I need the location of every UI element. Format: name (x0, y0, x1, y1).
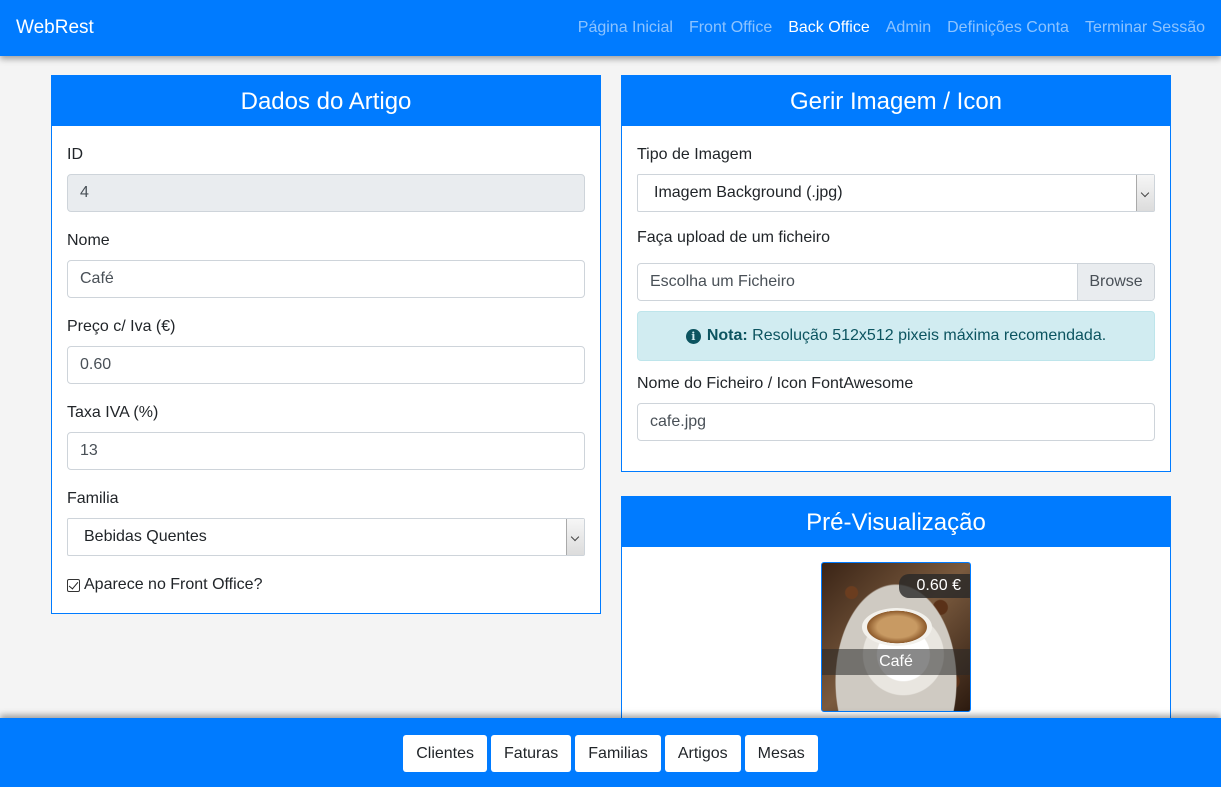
nav-front-office[interactable]: Front Office (689, 19, 772, 37)
preview-card: Pré-Visualização 0.60 € Café (621, 496, 1171, 756)
preco-label: Preço c/ Iva (€) (67, 318, 176, 335)
taxa-iva-input[interactable]: 13 (67, 432, 585, 470)
familia-select-value: Bebidas Quentes (84, 528, 207, 545)
preview-item-name: Café (822, 649, 970, 675)
tipo-imagem-select-value: Imagem Background (.jpg) (654, 184, 843, 201)
taxa-iva-label: Taxa IVA (%) (67, 404, 159, 421)
preview-tile[interactable]: 0.60 € Café (821, 562, 971, 712)
ficheiro-label: Nome do Ficheiro / Icon FontAwesome (637, 375, 914, 392)
front-office-checkbox-row[interactable]: Aparece no Front Office? (67, 576, 262, 594)
bottom-toolbar: Clientes Faturas Familias Artigos Mesas (0, 718, 1221, 787)
id-field: 4 (67, 174, 585, 212)
info-circle-icon: i (685, 329, 701, 344)
nav-terminar-sessao[interactable]: Terminar Sessão (1085, 19, 1205, 37)
brand-logo[interactable]: WebRest (16, 17, 94, 39)
familias-button[interactable]: Familias (575, 735, 661, 772)
chevron-down-icon[interactable] (1136, 175, 1154, 211)
clientes-button[interactable]: Clientes (403, 735, 488, 772)
id-label: ID (67, 146, 83, 163)
nav-pagina-inicial[interactable]: Página Inicial (578, 19, 673, 37)
preview-price-badge: 0.60 € (898, 574, 970, 598)
bottom-buttons: Clientes Faturas Familias Artigos Mesas (0, 735, 1221, 772)
coffee-cup-image (862, 608, 932, 646)
preview-card-title: Pré-Visualização (622, 497, 1170, 547)
checkbox-checked-icon[interactable] (67, 578, 80, 592)
ficheiro-input[interactable]: cafe.jpg (637, 403, 1155, 441)
mesas-button[interactable]: Mesas (744, 735, 818, 772)
nota-alert: i Nota: Resolução 512x512 pixeis máxima r… (637, 311, 1155, 361)
familia-select[interactable]: Bebidas Quentes (67, 518, 585, 556)
imagem-card-title: Gerir Imagem / Icon (622, 76, 1170, 126)
chevron-down-icon[interactable] (566, 519, 584, 555)
nav-definicoes-conta[interactable]: Definições Conta (947, 19, 1069, 37)
nome-label: Nome (67, 232, 110, 249)
artigo-card-title: Dados do Artigo (52, 76, 600, 126)
artigos-button[interactable]: Artigos (664, 735, 741, 772)
tipo-imagem-select[interactable]: Imagem Background (.jpg) (637, 174, 1155, 212)
nome-input[interactable]: Café (67, 260, 585, 298)
browse-button[interactable]: Browse (1077, 264, 1154, 300)
nota-strong: Nota: (706, 327, 748, 344)
file-upload-placeholder: Escolha um Ficheiro (650, 273, 795, 290)
nav-back-office[interactable]: Back Office (788, 19, 870, 37)
main-nav: Página Inicial Front Office Back Office … (578, 19, 1205, 37)
file-upload-input[interactable]: Escolha um Ficheiro Browse (637, 263, 1155, 301)
artigo-card: Dados do Artigo ID 4 Nome Café Preço c/ … (51, 75, 601, 614)
familia-label: Familia (67, 490, 119, 507)
tipo-imagem-label: Tipo de Imagem (637, 146, 753, 163)
nav-admin[interactable]: Admin (886, 19, 931, 37)
preco-input[interactable]: 0.60 (67, 346, 585, 384)
top-navbar: WebRest Página Inicial Front Office Back… (0, 0, 1221, 56)
front-office-checkbox-label: Aparece no Front Office? (84, 576, 263, 593)
faturas-button[interactable]: Faturas (491, 735, 572, 772)
imagem-card: Gerir Imagem / Icon Tipo de Imagem Image… (621, 75, 1171, 472)
nota-text: Resolução 512x512 pixeis máxima recomend… (747, 327, 1107, 344)
upload-label: Faça upload de um ficheiro (637, 229, 830, 246)
